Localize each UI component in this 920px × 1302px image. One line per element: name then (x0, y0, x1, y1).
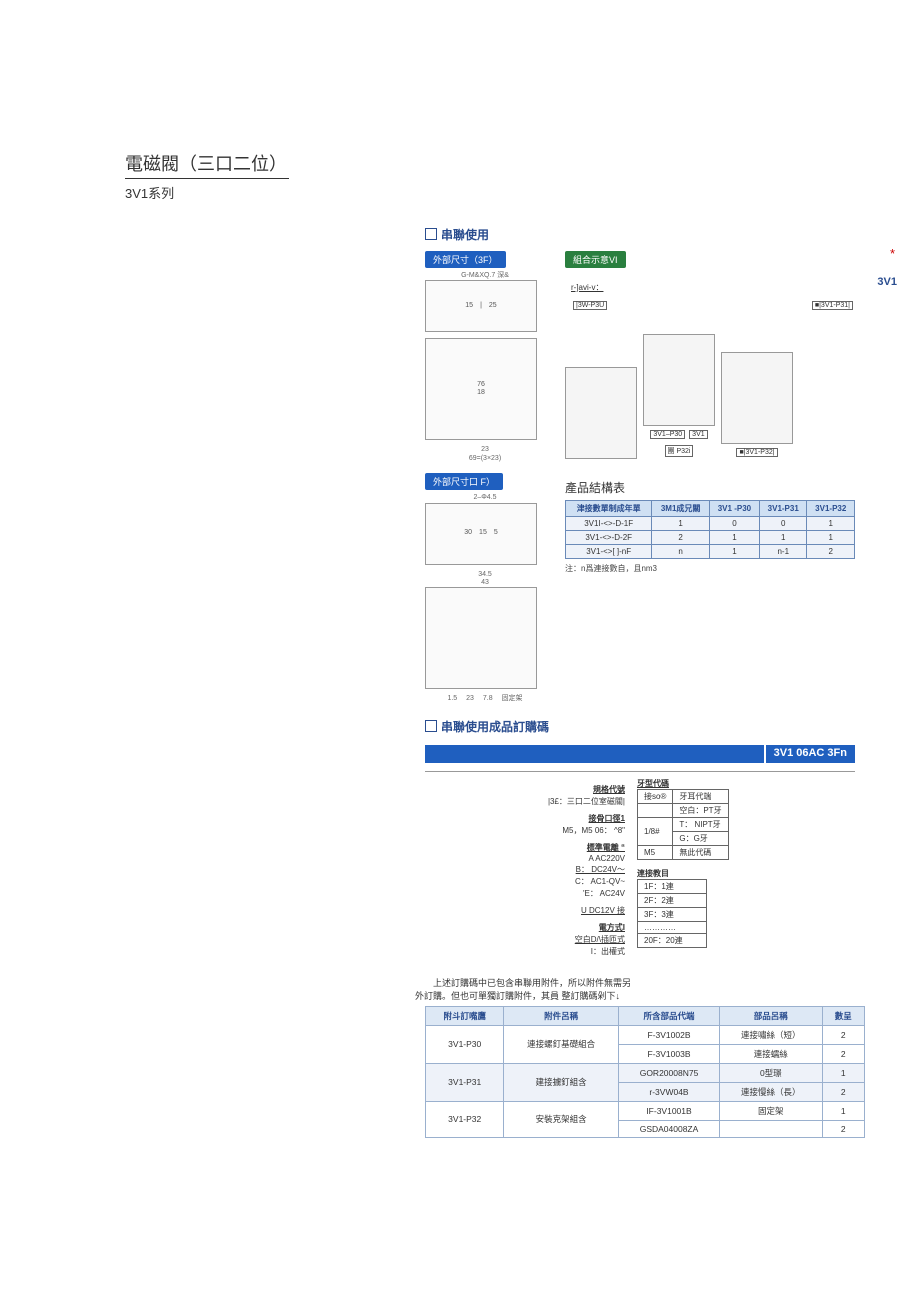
dim-43: 43 (481, 579, 489, 586)
volt-b: B： DC24V～ (425, 864, 625, 875)
page-title: 電磁閥（三口二位） (125, 150, 289, 179)
label-p32: ■|3V1-P32| (736, 448, 777, 457)
label-r-avi: r-]avi-v： (571, 283, 603, 292)
volt-u: U DC12V 接 (425, 905, 625, 916)
label-p30: 3V1–P30 (650, 430, 685, 439)
port-h: 接骨口徑1 (425, 813, 625, 824)
label-tuan-p32: 團 P32i (665, 445, 694, 457)
dim-drawing-f-top: 30 15 5 (425, 503, 537, 565)
table-row: 3V1-<>[ ]-nF n 1 n-1 2 (566, 545, 855, 559)
thread-table: 接so®牙耳代端 空白：PT牙 1/8#T： NIPT牙 G：G牙 M5無此代碼 (637, 789, 729, 860)
series-label: 3V1系列 (125, 183, 860, 202)
dim-drawing-front: 76 18 (425, 338, 537, 440)
dim-phi: 2–Φ4.5 (425, 494, 545, 502)
section-serial-order: 串聯使用成品訂購碼 (425, 718, 855, 735)
conn-title: 連接教目 (637, 868, 817, 879)
label-p31: ■|3V1-P31| (812, 301, 853, 310)
dim-1-5: 1.5 (447, 695, 457, 702)
accessory-table: 附斗訂嘴鷹 附件呂稱 所含部品代端 部品呂稱 數呈 3V1-P30 連接螺釘基礎… (425, 1006, 865, 1138)
dim-23: 23 (481, 446, 489, 453)
volt-c: C： AC1-QV~ (425, 876, 625, 887)
struct-th-1: 3M1成兄關 (652, 501, 709, 517)
assy-drawing-1 (565, 367, 637, 459)
assy-drawing-2 (643, 334, 715, 426)
table-row: 3V1-P32 安裝克架組含 IF-3V1001B 固定架 1 (426, 1101, 865, 1120)
tag-outer-3f: 外部尺寸（3F） (425, 251, 506, 268)
order-code: 3V1 06AC 3Fn (764, 745, 855, 763)
acc-th-2: 所含部品代端 (618, 1006, 719, 1025)
accessory-note: 上述訂購碼中已包含串聯用附件，所以附件無需另 外訂購。但也可單獨訂購附件，其員 … (415, 976, 855, 1002)
tag-outer-f: 外部尺寸口 F） (425, 473, 503, 490)
struct-th-2: 3V1 -P30 (709, 501, 759, 517)
code-spec-column: 規格代號 |3£：三口二位室磁關| 接骨口徑1 M5，M5 06： ^8" 標準… (425, 778, 625, 958)
label-3v1: 3V1 (689, 430, 707, 439)
dim-7-8: 7.8 (483, 695, 493, 702)
volt-h: 標準電離 “ (425, 842, 625, 853)
elec-h: 電方式I (425, 922, 625, 933)
volt-a: A AC220V (425, 854, 625, 863)
dim-drawing-f-front (425, 587, 537, 689)
elec-blank: 空白D/\插匝式 (425, 934, 625, 945)
struct-th-0: 津接數單制成年單 (566, 501, 652, 517)
dim-34-5: 34.5 (478, 571, 492, 578)
struct-table: 津接數單制成年單 3M1成兄關 3V1 -P30 3V1-P31 3V1-P32… (565, 500, 855, 559)
section-serial-use: 串聯使用 (425, 226, 855, 243)
conn-table: 1F：1連 2F：2連 3F：3連 ………… 20F：20連 (637, 879, 707, 948)
thread-title: 牙型代碼 (637, 778, 817, 789)
struct-table-title: 產品結構表 (565, 479, 855, 496)
tag-assembly: 組合示意VI (565, 251, 626, 268)
dim-69: 69=(3×23) (469, 455, 501, 462)
table-row: 3V1-<>-D-2F 2 1 1 1 (566, 531, 855, 545)
struct-th-3: 3V1-P31 (759, 501, 807, 517)
spec-line: |3£：三口二位室磁關| (425, 796, 625, 807)
volt-e: 'E： AC24V (425, 888, 625, 899)
struct-th-4: 3V1-P32 (807, 501, 855, 517)
table-row: 3V1-P31 建接擄釘組含 GOR20008N75 0型璟 1 (426, 1063, 865, 1082)
order-code-band: 3V1 06AC 3Fn (425, 745, 855, 763)
acc-th-1: 附件呂稱 (504, 1006, 618, 1025)
label-w-p3u: |3W-P3U (573, 301, 607, 310)
assy-drawing-3 (721, 352, 793, 444)
port-line: M5，M5 06： ^8" (425, 825, 625, 836)
acc-th-4: 數呈 (822, 1006, 864, 1025)
dim-23b: 23 (466, 695, 474, 702)
star-note: * (890, 246, 895, 261)
dim-drawing-top: 15 | 25 (425, 280, 537, 332)
elec-i: I：出權式 (425, 946, 625, 957)
table-row: 3V1-P30 連接螺釘基礎組合 F-3V1002B 連接嘯絲（短） 2 (426, 1025, 865, 1044)
table-row: 3V1I-<>-D-1F 1 0 0 1 (566, 517, 855, 531)
dim-note-top: G-M&XQ.7 深& (425, 272, 545, 280)
spec-h: 規格代號 (425, 784, 625, 795)
acc-th-3: 部品呂稱 (720, 1006, 822, 1025)
side-series-label: 3V1 (877, 276, 897, 288)
dim-fixed: 固定架 (502, 695, 523, 702)
struct-note: 注：n爲連接數自，且nm3 (565, 563, 855, 574)
acc-th-0: 附斗訂嘴鷹 (426, 1006, 504, 1025)
